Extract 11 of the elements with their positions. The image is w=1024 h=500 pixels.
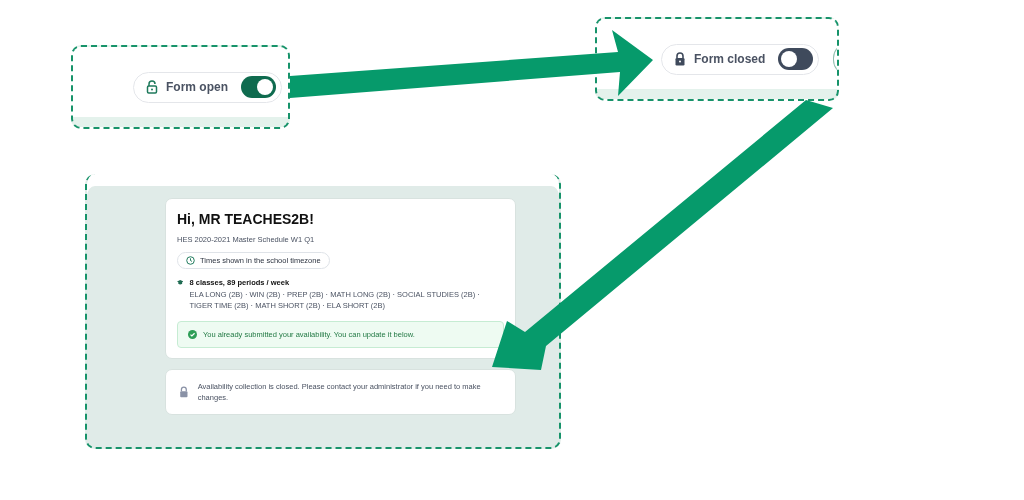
check-circle-icon — [188, 329, 197, 339]
toggle-switch[interactable] — [241, 76, 276, 98]
graduation-cap-icon — [177, 278, 184, 287]
lock-icon — [674, 52, 686, 66]
clock-icon — [186, 256, 195, 265]
toggle-label: Form open — [166, 80, 228, 94]
toggle-label: Form closed — [694, 52, 766, 66]
greeting-heading: Hi, MR TEACHES2B! — [177, 211, 315, 227]
lock-icon — [179, 386, 189, 398]
toggle-switch[interactable] — [778, 48, 814, 70]
open-lock-icon — [146, 80, 158, 94]
